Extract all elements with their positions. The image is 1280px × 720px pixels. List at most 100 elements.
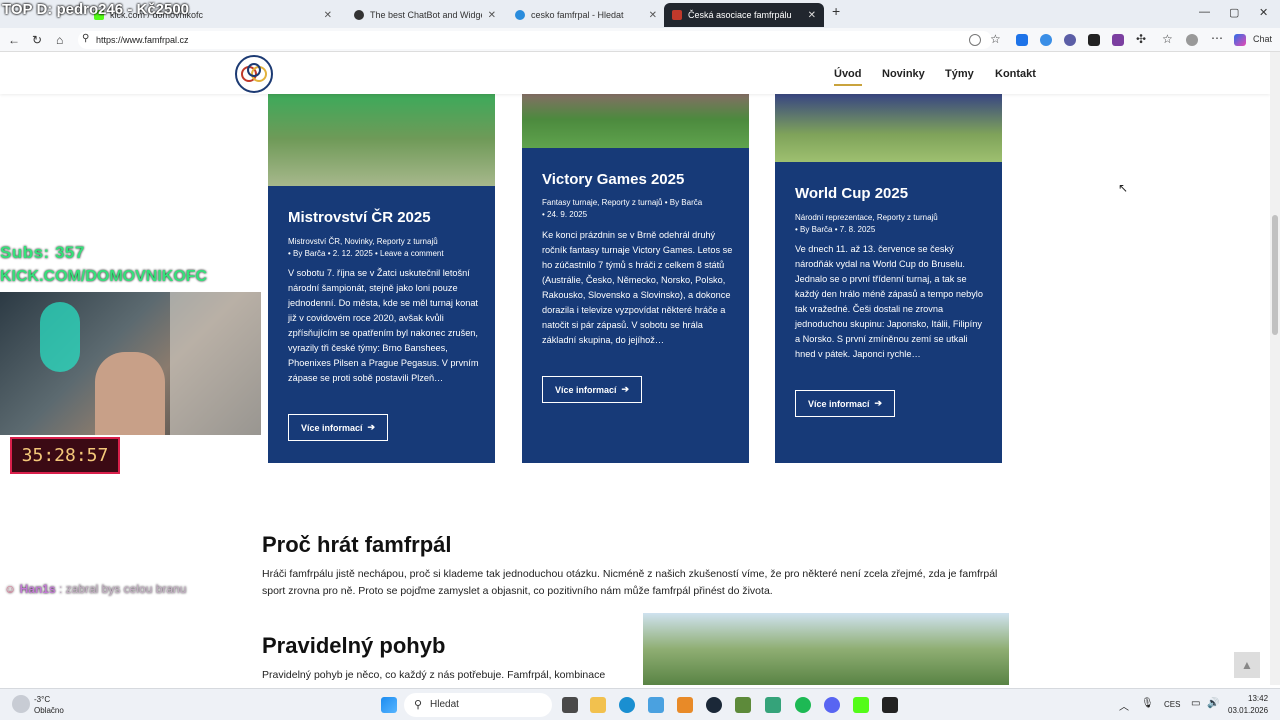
section-paragraph: Hráči famfrpálu jistě nechápou, proč si …	[262, 568, 998, 597]
weather-desc[interactable]: Oblačno	[34, 706, 64, 715]
tab-search[interactable]: cesko famfrpal - Hledat ✕	[507, 3, 665, 27]
refresh-icon[interactable]: ↻	[32, 33, 42, 47]
app-icon[interactable]	[765, 697, 781, 713]
webcam-feed	[0, 292, 261, 435]
app-icon[interactable]	[677, 697, 693, 713]
maximize-icon[interactable]: ▢	[1229, 6, 1239, 19]
epic-games-icon[interactable]	[882, 697, 898, 713]
post-categories[interactable]: Národní reprezentace, Reporty z turnajů	[795, 212, 985, 224]
post-byline[interactable]: • By Barča • 7. 8. 2025	[795, 224, 985, 236]
post-excerpt: Ke konci prázdnin se v Brně odehrál druh…	[542, 230, 733, 345]
nav-tymy[interactable]: Týmy	[945, 68, 974, 80]
back-to-top-button[interactable]: ▲	[1234, 652, 1260, 678]
site-logo[interactable]	[235, 55, 273, 93]
steam-icon[interactable]	[706, 697, 722, 713]
post-title[interactable]: Mistrovství ČR 2025	[288, 209, 431, 226]
close-tab-icon[interactable]: ✕	[808, 10, 816, 21]
browser-tab-bar: kick.com / domovnikofc ✕ The best ChatBo…	[0, 0, 1280, 28]
taskbar-search[interactable]: Hledat	[404, 693, 552, 717]
windows-taskbar: -3°C Oblačno Hledat ⚲ ︿ 🎙 CES ▭ 🔊 13:42 …	[0, 688, 1280, 720]
new-tab-button[interactable]: +	[832, 3, 840, 19]
read-more-button[interactable]: Více informací ➔	[542, 376, 643, 403]
collections-icon[interactable]: ☆	[1162, 32, 1173, 46]
post-byline[interactable]: • By Barča • 2. 12. 2025 • Leave a comme…	[288, 248, 478, 260]
post-card: World Cup 2025 Národní reprezentace, Rep…	[775, 52, 1002, 463]
volume-icon[interactable]: 🔊	[1207, 698, 1219, 709]
copilot-icon[interactable]	[1234, 34, 1246, 46]
arrow-right-icon: ➔	[367, 422, 376, 432]
famfrpal-favicon-icon	[672, 10, 682, 20]
store-icon[interactable]	[648, 697, 664, 713]
clock-time[interactable]: 13:42	[1248, 694, 1268, 703]
minimize-icon[interactable]: —	[1199, 6, 1210, 18]
section-photo	[643, 613, 1009, 685]
network-icon[interactable]: ▭	[1191, 698, 1200, 709]
weather-temp[interactable]: -3°C	[34, 695, 50, 704]
read-more-label: Více informací	[555, 384, 617, 395]
streamer-figure	[95, 352, 165, 435]
section-paragraph: Pravidelný pohyb je něco, co každý z nás…	[262, 669, 606, 681]
file-explorer-icon[interactable]	[590, 697, 606, 713]
extensions-puzzle-icon[interactable]: ✣	[1136, 32, 1146, 46]
back-icon[interactable]: ←	[8, 33, 20, 47]
extension-icon[interactable]	[1040, 34, 1052, 46]
profile-avatar-icon[interactable]	[1186, 34, 1198, 46]
post-categories[interactable]: Mistrovství ČR, Novinky, Reporty z turna…	[288, 236, 478, 248]
section-heading: Pravidelný pohyb	[262, 633, 446, 658]
nav-novinky[interactable]: Novinky	[882, 68, 925, 80]
post-card: Mistrovství ČR 2025 Mistrovství ČR, Novi…	[268, 52, 495, 463]
page-scrollbar[interactable]	[1270, 52, 1280, 685]
tab-chatbot[interactable]: The best ChatBot and Widgets fo ✕	[346, 3, 504, 27]
close-window-icon[interactable]: ✕	[1259, 6, 1268, 19]
chatbot-favicon-icon	[354, 10, 364, 20]
reader-icon[interactable]	[969, 34, 981, 46]
post-excerpt: Ve dnech 11. až 13. července se český ná…	[795, 244, 983, 359]
clock-date[interactable]: 03.01.2026	[1228, 706, 1268, 715]
home-icon[interactable]: ⌂	[56, 33, 63, 47]
task-view-icon[interactable]	[562, 697, 578, 713]
microphone-icon[interactable]: 🎙	[1141, 698, 1154, 709]
tab-famfrpal[interactable]: Česká asociace famfrpálu ✕	[664, 3, 824, 27]
bing-favicon-icon	[515, 10, 525, 20]
nav-uvod[interactable]: Úvod	[834, 68, 862, 86]
extension-icon[interactable]	[1088, 34, 1100, 46]
tray-chevron-icon[interactable]: ︿	[1119, 698, 1129, 713]
post-card: Victory Games 2025 Fantasy turnaje, Repo…	[522, 52, 749, 463]
discord-icon[interactable]	[824, 697, 840, 713]
nav-kontakt[interactable]: Kontakt	[995, 68, 1036, 80]
extension-icon[interactable]	[1016, 34, 1028, 46]
app-icon[interactable]	[735, 697, 751, 713]
chat-button[interactable]: Chat	[1253, 34, 1272, 44]
close-tab-icon[interactable]: ✕	[324, 10, 332, 21]
close-tab-icon[interactable]: ✕	[488, 10, 496, 21]
read-more-button[interactable]: Více informací ➔	[288, 414, 389, 441]
subs-counter: Subs: 357	[0, 243, 85, 262]
read-more-button[interactable]: Více informací ➔	[795, 390, 896, 417]
close-tab-icon[interactable]: ✕	[649, 10, 657, 21]
weather-cloud-icon[interactable]	[12, 695, 30, 713]
arrow-right-icon: ➔	[874, 398, 883, 408]
post-categories[interactable]: Fantasy turnaje, Reporty z turnajů • By …	[542, 197, 732, 209]
language-indicator[interactable]: CES	[1164, 700, 1180, 709]
search-icon: ⚲	[414, 699, 423, 711]
post-title[interactable]: Victory Games 2025	[542, 171, 684, 188]
favorite-star-icon[interactable]: ☆	[990, 32, 1001, 46]
post-excerpt: V sobotu 7. října se v Žatci uskutečnil …	[288, 268, 479, 383]
spotify-icon[interactable]	[795, 697, 811, 713]
extension-icon[interactable]	[1064, 34, 1076, 46]
edge-icon[interactable]	[619, 697, 635, 713]
more-menu-icon[interactable]: ⋯	[1211, 31, 1223, 45]
site-info-icon[interactable]: ⚲	[82, 33, 89, 44]
windows-start-icon[interactable]	[381, 697, 397, 713]
post-title[interactable]: World Cup 2025	[795, 185, 908, 202]
url-field[interactable]: https://www.famfrpal.cz	[78, 31, 992, 49]
post-byline[interactable]: • 24. 9. 2025	[542, 209, 732, 221]
donation-banner: TOP D: pedro246 - Kč2500	[2, 1, 190, 18]
scrollbar-thumb[interactable]	[1272, 215, 1278, 335]
tab-title: cesko famfrpal - Hledat	[531, 10, 624, 20]
kick-app-icon[interactable]	[853, 697, 869, 713]
chat-username: Han1s	[19, 582, 56, 596]
chat-message: ☺ Han1s : zabral bys celou branu	[4, 582, 186, 596]
extension-icon[interactable]	[1112, 34, 1124, 46]
neon-light-icon	[40, 302, 80, 372]
